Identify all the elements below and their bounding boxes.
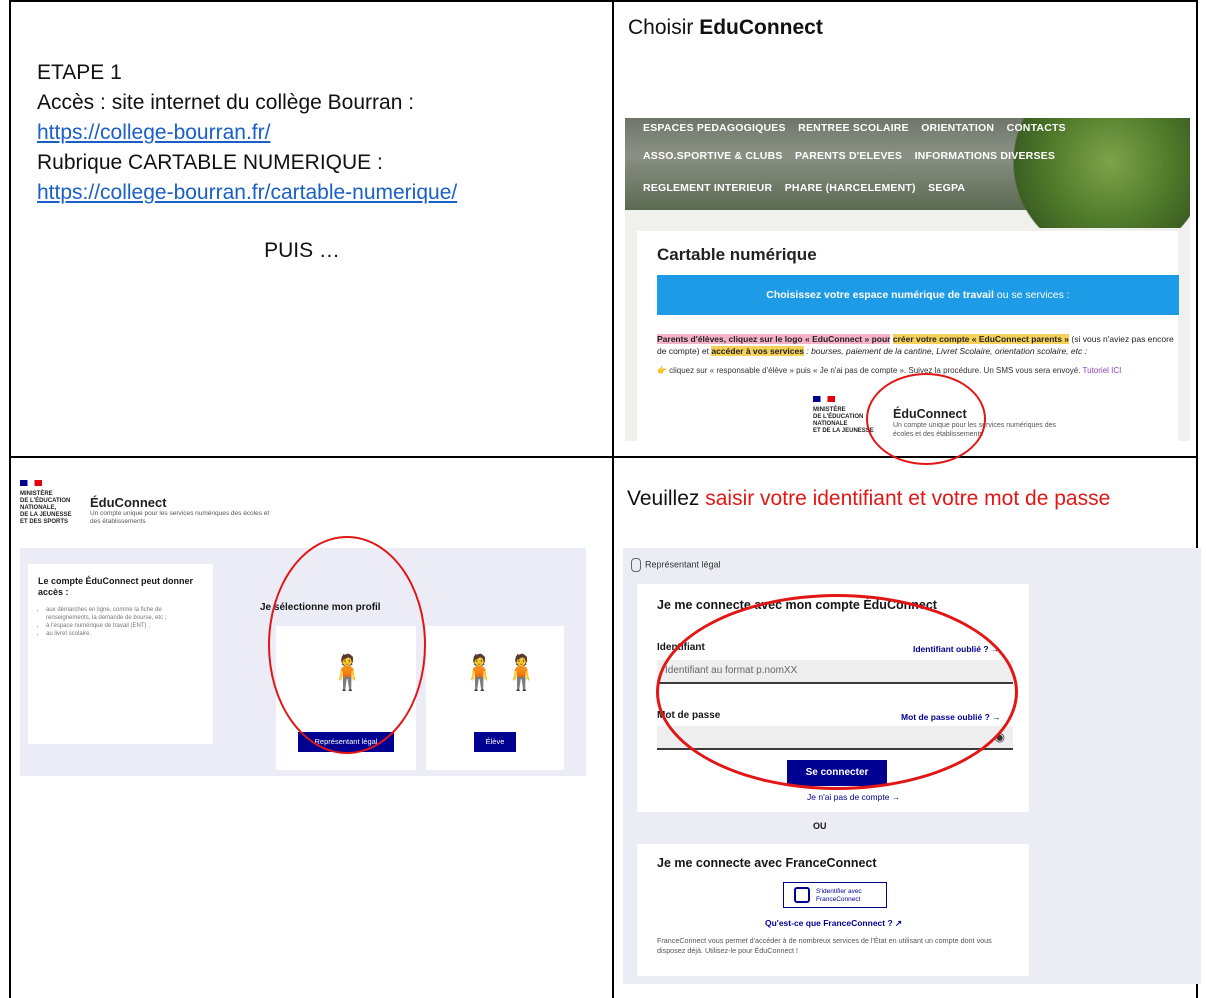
access-item: au livret scolaire. [46,630,203,638]
person-icon [631,558,641,572]
step1-title: ETAPE 1 [37,61,122,84]
para-highlight-yellow-1: créer votre compte « EduConnect parents … [892,334,1070,344]
marianne-flag-icon [813,396,835,402]
table-border-middle [612,0,614,998]
nav-espaces-pedagogiques[interactable]: ESPACES PEDAGOGIQUES [643,122,786,134]
nav-asso-sportive[interactable]: ASSO.SPORTIVE & CLUBS [643,150,783,162]
ent-banner: Choisissez votre espace numérique de tra… [657,275,1179,315]
step2-title-bold: EduConnect [699,16,823,39]
site-nav-row-1: ESPACES PEDAGOGIQUES RENTREE SCOLAIRE OR… [643,122,1066,134]
nav-informations-diverses[interactable]: INFORMATIONS DIVERSES [915,150,1056,162]
site-nav-row-3: REGLEMENT INTERIEUR PHARE (HARCELEMENT) … [643,182,965,194]
educonnect-title-2: ÉduConnect [90,495,167,510]
franceconnect-icon [794,887,810,903]
para-highlight-pink: Parents d'élèves, cliquez sur le logo « … [657,334,891,344]
access-info-card: Le compte ÉduConnect peut donner accès :… [28,564,213,744]
franceconnect-button[interactable]: S'identifier avec FranceConnect [783,882,887,908]
fc-description: FranceConnect vous permet d'accéder à de… [657,936,992,955]
table-border-top [9,0,1198,2]
step1-instructions: ETAPE 1 Accès : site internet du collège… [37,58,607,266]
ministere-text: MINISTÈRE DE L'ÉDUCATION NATIONALE ET DE… [813,407,874,434]
tree-foliage [990,118,1190,228]
highlight-circle-representant [268,536,426,754]
highlight-ellipse-login [656,594,1018,790]
nav-reglement-interieur[interactable]: REGLEMENT INTERIEUR [643,182,772,194]
persons-icon: 🧍🧍 [458,654,543,692]
access-info-title: Le compte ÉduConnect peut donner accès : [38,576,194,597]
rep-legal-text: Représentant légal [645,559,721,570]
access-item: aux démarches en ligne, comme la fiche d… [46,606,203,622]
nav-parents-eleves[interactable]: PARENTS D'ELEVES [795,150,902,162]
access-info-list: aux démarches en ligne, comme la fiche d… [38,606,203,638]
instruction-text: 👉 cliquez sur « responsable d'élève » pu… [657,366,1083,375]
franceconnect-card: Je me connecte avec FranceConnect S'iden… [637,844,1029,976]
step1-puis: PUIS … [264,239,340,262]
nav-segpa[interactable]: SEGPA [928,182,965,194]
access-item: à l'espace numérique de travail (ENT) ; [46,622,203,630]
fc-button-label: S'identifier avec FranceConnect [816,888,862,903]
highlight-circle-educonnect [866,373,986,465]
no-account-link[interactable]: Je n'ai pas de compte → [807,792,900,802]
table-border-left [9,0,11,998]
educonnect-subtitle-2: Un compte unique pour les services numér… [90,510,270,525]
nav-orientation[interactable]: ORIENTATION [921,122,994,134]
ministere-logo[interactable]: MINISTÈRE DE L'ÉDUCATION NATIONALE ET DE… [813,396,874,435]
educonnect-header: ÉduConnect Un compte unique pour les ser… [90,495,280,526]
ministere-text-2: MINISTÈRE DE L'ÉDUCATION NATIONALE, DE L… [20,491,72,525]
step2-title-prefix: Choisir [628,16,700,39]
step4-instruction: Veuillez saisir votre identifiant et vot… [627,484,1195,513]
nav-rentree-scolaire[interactable]: RENTREE SCOLAIRE [798,122,909,134]
marianne-flag-icon [20,480,42,486]
step4-prefix: Veuillez [627,487,706,510]
rep-legal-label: Représentant légal [631,558,721,572]
nav-phare[interactable]: PHARE (HARCELEMENT) [785,182,916,194]
para-end: : bourses, paiement de la cantine, Livre… [803,346,1087,356]
fc-heading: Je me connecte avec FranceConnect [657,856,877,870]
ent-banner-rest: ou se services : [993,289,1070,301]
table-border-row [9,456,1198,458]
site-nav-row-2: ASSO.SPORTIVE & CLUBS PARENTS D'ELEVES I… [643,150,1055,162]
ministere-logo-2: MINISTÈRE DE L'ÉDUCATION NATIONALE, DE L… [20,480,71,526]
cartable-heading: Cartable numérique [657,245,817,264]
eleve-button[interactable]: Élève [474,732,516,752]
tutoriel-link[interactable]: Tutoriel ICI [1083,366,1122,375]
profile-card-eleve[interactable]: 🧍🧍 Élève [426,626,564,770]
para-highlight-yellow-2: accéder à vos services [711,346,804,356]
step4-red-text: saisir votre identifiant et votre mot de… [705,487,1111,510]
ou-separator: OU [813,821,827,831]
college-site-link[interactable]: https://college-bourran.fr/ [37,118,607,148]
nav-contacts[interactable]: CONTACTS [1007,122,1066,134]
step1-rubrique-text: Rubrique CARTABLE NUMERIQUE : [37,151,383,174]
step2-title: Choisir EduConnect [628,16,823,40]
cartable-numerique-link[interactable]: https://college-bourran.fr/cartable-nume… [37,178,607,208]
fc-question-link[interactable]: Qu'est-ce que FranceConnect ? ↗ [765,918,902,929]
ent-banner-bold: Choisissez votre espace numérique de tra… [766,289,994,301]
parents-paragraph: Parents d'élèves, cliquez sur le logo « … [657,333,1182,357]
step1-access-text: Accès : site internet du collège Bourran… [37,91,415,114]
